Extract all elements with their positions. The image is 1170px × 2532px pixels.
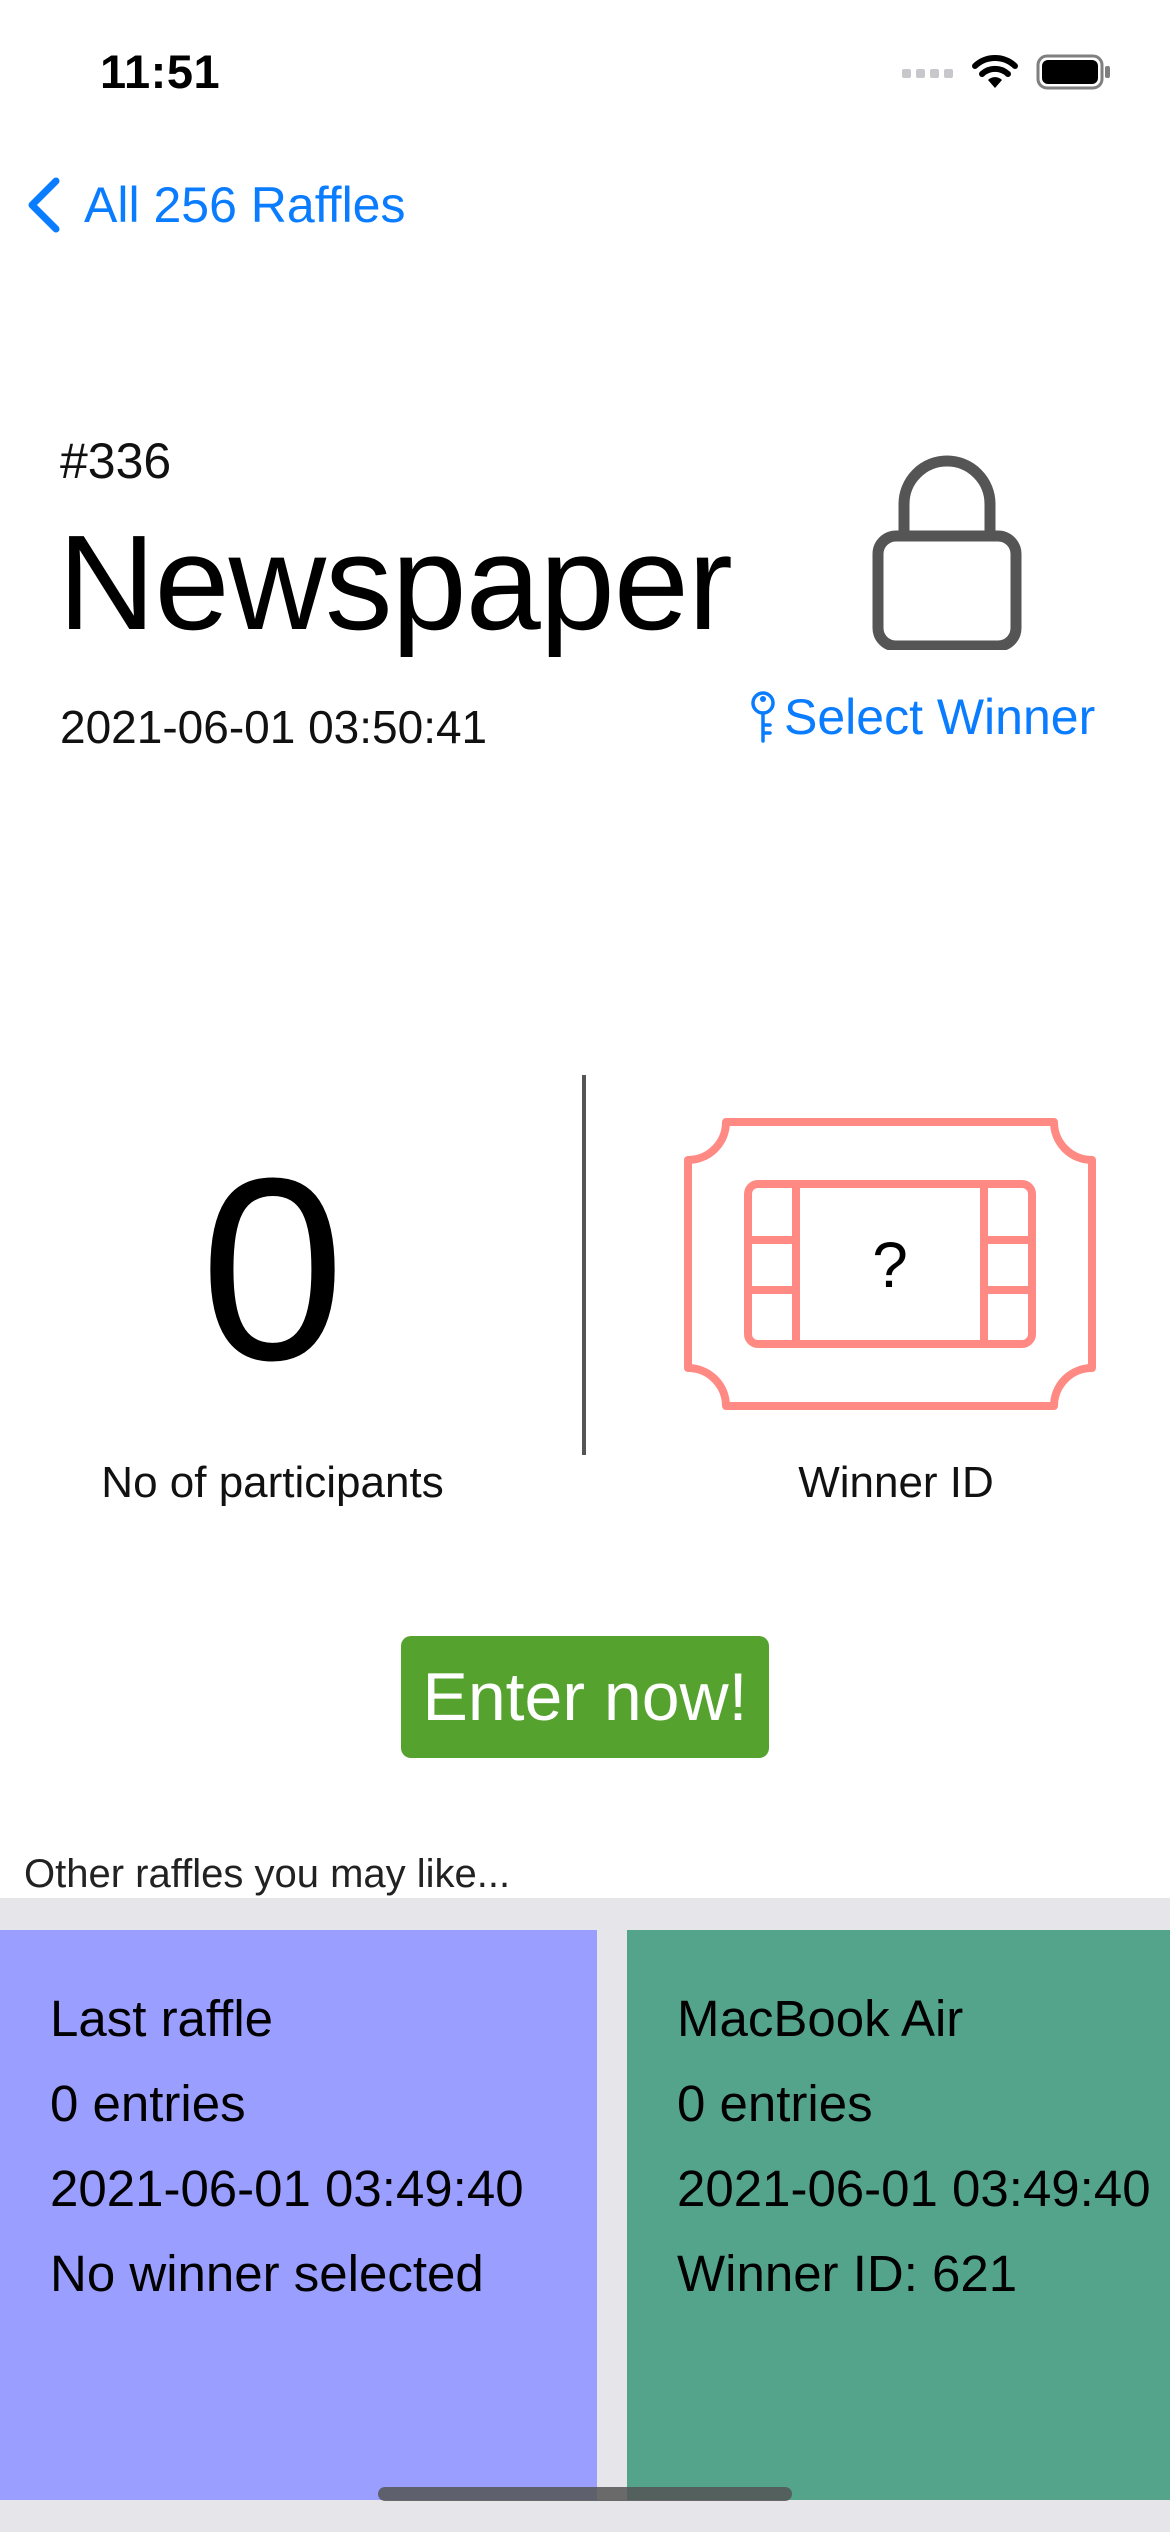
home-indicator[interactable]: [378, 2487, 792, 2501]
wifi-icon: [972, 55, 1018, 88]
cellular-icon: [902, 69, 953, 78]
winner-id-label: Winner ID: [798, 1458, 994, 1507]
card-entries: 0 entries: [50, 2075, 246, 2132]
battery-icon: [1036, 54, 1110, 90]
card-winner: Winner ID: 621: [677, 2245, 1018, 2302]
raffle-number: #336: [60, 433, 172, 489]
lock-icon: [872, 455, 1022, 650]
other-raffles-carousel[interactable]: Last raffle 0 entries 2021-06-01 03:49:4…: [0, 1898, 1170, 2532]
card-winner: No winner selected: [50, 2245, 484, 2302]
stats-divider: [582, 1075, 586, 1455]
raffle-detail-screen: 11:51 All 256 Raffles #336 Newspaper 202…: [0, 0, 1170, 2532]
raffle-title: Newspaper: [58, 507, 733, 658]
winner-id-placeholder: ?: [872, 1229, 908, 1301]
status-time: 11:51: [100, 45, 221, 98]
other-raffles-heading: Other raffles you may like...: [24, 1852, 511, 1896]
back-button-label: All 256 Raffles: [84, 177, 406, 233]
status-icons: [902, 54, 1112, 90]
card-title: Last raffle: [50, 1990, 274, 2047]
back-button[interactable]: All 256 Raffles: [24, 176, 405, 234]
raffle-date: 2021-06-01 03:50:41: [60, 701, 488, 753]
key-icon: [751, 691, 775, 743]
card-title: MacBook Air: [677, 1990, 964, 2047]
card-date: 2021-06-01 03:49:40: [677, 2160, 1151, 2217]
enter-now-button[interactable]: Enter now!: [401, 1636, 769, 1758]
card-entries: 0 entries: [677, 2075, 873, 2132]
select-winner-button[interactable]: Select Winner: [748, 688, 1095, 746]
chevron-left-icon: [28, 177, 60, 233]
select-winner-label: Select Winner: [784, 689, 1096, 745]
participants-count: 0: [200, 1125, 345, 1415]
raffle-card-macbook-air[interactable]: MacBook Air 0 entries 2021-06-01 03:49:4…: [627, 1930, 1170, 2500]
card-date: 2021-06-01 03:49:40: [50, 2160, 524, 2217]
participants-label: No of participants: [101, 1458, 444, 1507]
raffle-card-last-raffle[interactable]: Last raffle 0 entries 2021-06-01 03:49:4…: [0, 1930, 597, 2500]
